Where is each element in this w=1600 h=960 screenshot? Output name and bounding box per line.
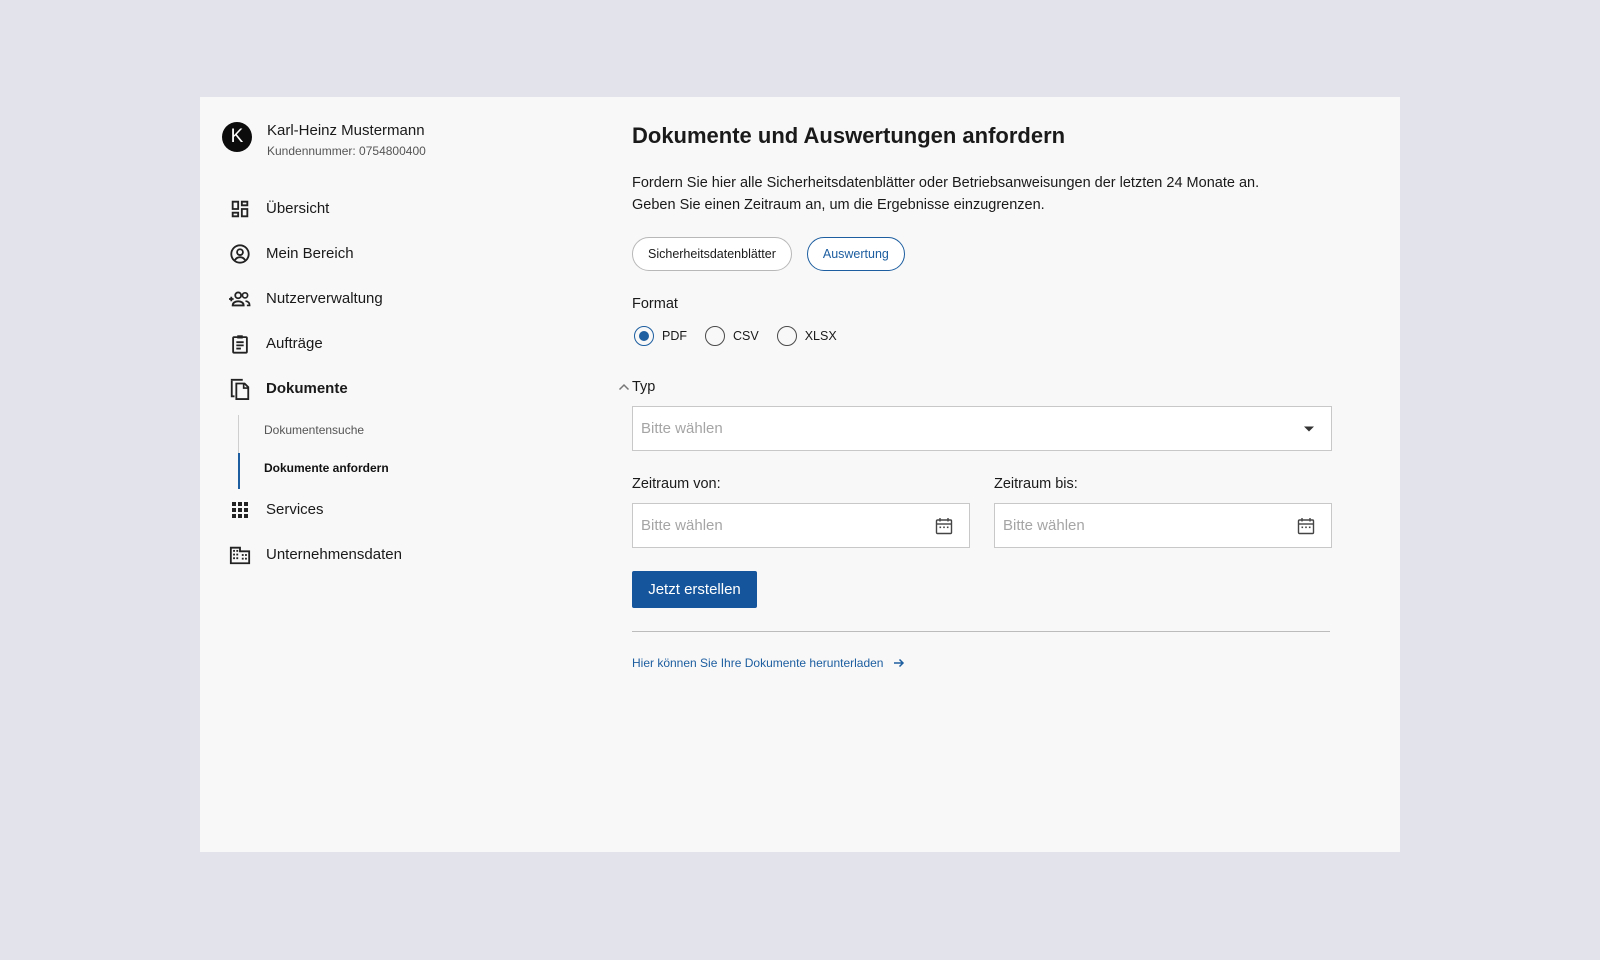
avatar[interactable]: K	[222, 122, 252, 152]
building-icon	[228, 543, 252, 567]
account-circle-icon	[228, 242, 252, 266]
sidebar-item-nutzerverwaltung[interactable]: Nutzerverwaltung	[228, 276, 628, 321]
date-from-input[interactable]: Bitte wählen	[632, 503, 970, 548]
user-header: K Karl-Heinz Mustermann Kundennummer: 07…	[222, 122, 426, 158]
sidebar-nav: Übersicht Mein Bereich Nutzerverwaltung …	[228, 186, 631, 577]
description-line: Fordern Sie hier alle Sicherheitsdatenbl…	[632, 175, 1260, 191]
user-info: Karl-Heinz Mustermann Kundennummer: 0754…	[267, 122, 426, 158]
sidebar-subnav: Dokumentensuche Dokumente anfordern	[238, 411, 628, 489]
group-add-icon	[228, 287, 252, 311]
calendar-icon[interactable]	[935, 517, 953, 535]
typ-select[interactable]: Bitte wählen	[632, 406, 1332, 451]
date-to-placeholder: Bitte wählen	[1003, 517, 1085, 534]
divider	[632, 631, 1330, 632]
chevron-up-icon[interactable]	[617, 380, 631, 398]
sidebar-item-dokumente[interactable]: Dokumente	[228, 366, 631, 411]
download-link-label: Hier können Sie Ihre Dokumente herunterl…	[632, 656, 884, 670]
sidebar-item-label: Aufträge	[266, 335, 323, 352]
sidebar-item-label: Nutzerverwaltung	[266, 290, 383, 307]
documents-icon	[228, 377, 252, 401]
radio-xlsx[interactable]: XLSX	[775, 326, 837, 346]
sidebar-item-label: Dokumente	[266, 380, 348, 397]
apps-grid-icon	[228, 498, 252, 522]
sidebar-item-auftraege[interactable]: Aufträge	[228, 321, 628, 366]
typ-label: Typ	[632, 379, 656, 395]
document-type-chips: Sicherheitsdatenblätter Auswertung	[632, 237, 1332, 271]
sidebar-item-label: Services	[266, 501, 324, 518]
sidebar-item-unternehmensdaten[interactable]: Unternehmensdaten	[228, 532, 628, 577]
date-to-group: Zeitraum bis: Bitte wählen	[994, 476, 1332, 548]
sidebar-item-uebersicht[interactable]: Übersicht	[228, 186, 628, 231]
date-from-label: Zeitraum von:	[632, 476, 721, 492]
clipboard-icon	[228, 332, 252, 356]
page-description: Fordern Sie hier alle Sicherheitsdatenbl…	[632, 172, 1332, 216]
dashboard-icon	[228, 197, 252, 221]
format-label: Format	[632, 296, 678, 312]
submit-button[interactable]: Jetzt erstellen	[632, 571, 757, 608]
radio-indicator[interactable]	[776, 326, 797, 346]
format-radio-group: PDF CSV XLSX	[632, 326, 1332, 346]
date-range-row: Zeitraum von: Bitte wählen Zeitraum bis:…	[632, 476, 1332, 548]
date-from-placeholder: Bitte wählen	[641, 517, 723, 534]
sidebar-item-mein-bereich[interactable]: Mein Bereich	[228, 231, 628, 276]
radio-pdf[interactable]: PDF	[632, 326, 687, 346]
typ-select-placeholder: Bitte wählen	[641, 420, 723, 437]
user-name: Karl-Heinz Mustermann	[267, 122, 425, 139]
date-to-input[interactable]: Bitte wählen	[994, 503, 1332, 548]
description-line: Geben Sie einen Zeitraum an, um die Erge…	[632, 197, 1045, 213]
radio-label: PDF	[662, 329, 687, 343]
sidebar-subitem-dokumentensuche[interactable]: Dokumentensuche	[241, 411, 628, 449]
main-content: Dokumente und Auswertungen anfordern For…	[632, 123, 1332, 670]
content-card: K Karl-Heinz Mustermann Kundennummer: 07…	[200, 97, 1400, 852]
radio-indicator[interactable]	[705, 326, 725, 346]
page-title: Dokumente und Auswertungen anfordern	[632, 123, 1066, 148]
calendar-icon[interactable]	[1297, 517, 1315, 535]
radio-label: CSV	[733, 329, 759, 343]
sidebar-item-label: Übersicht	[266, 200, 330, 217]
download-link[interactable]: Hier können Sie Ihre Dokumente herunterl…	[632, 656, 1332, 670]
sidebar-item-label: Unternehmensdaten	[266, 546, 402, 563]
sidebar-item-services[interactable]: Services	[228, 487, 628, 532]
sidebar-item-label: Mein Bereich	[266, 245, 354, 262]
date-to-label: Zeitraum bis:	[994, 476, 1078, 492]
chip-sicherheitsdatenblaetter[interactable]: Sicherheitsdatenblätter	[632, 237, 792, 271]
chip-auswertung[interactable]: Auswertung	[806, 237, 905, 271]
caret-down-icon	[1303, 425, 1315, 433]
customer-number: Kundennummer: 0754800400	[267, 144, 426, 158]
radio-indicator[interactable]	[634, 326, 654, 346]
radio-csv[interactable]: CSV	[703, 326, 759, 346]
date-from-group: Zeitraum von: Bitte wählen	[632, 476, 970, 548]
sidebar-subitem-dokumente-anfordern[interactable]: Dokumente anfordern	[241, 449, 628, 487]
subnav-active-indicator	[238, 453, 240, 489]
radio-label: XLSX	[804, 329, 837, 343]
arrow-right-icon	[893, 657, 905, 669]
